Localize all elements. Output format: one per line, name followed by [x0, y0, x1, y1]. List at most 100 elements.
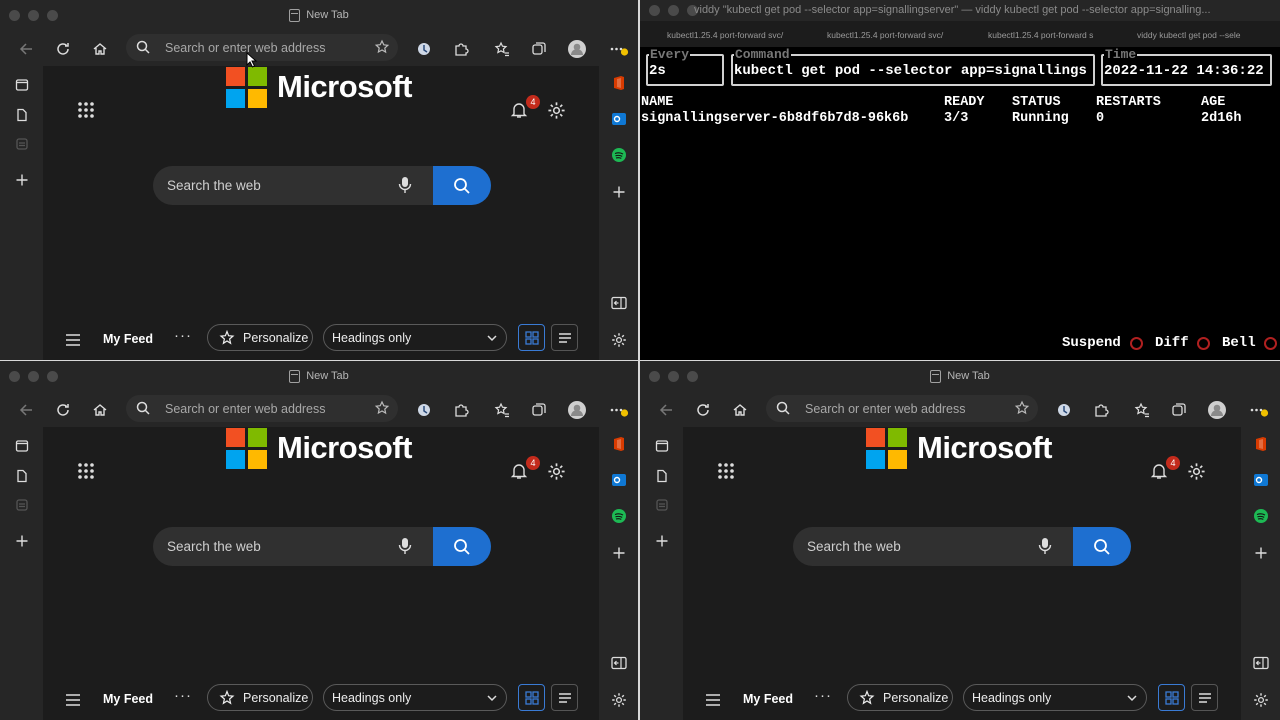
back-icon[interactable] — [656, 400, 676, 420]
window-controls[interactable] — [9, 10, 58, 21]
collections-icon[interactable] — [529, 400, 549, 420]
menu-hamburger-icon[interactable] — [65, 333, 81, 352]
window-controls[interactable] — [9, 371, 58, 382]
favorites-icon[interactable] — [1132, 400, 1152, 420]
my-feed-tab[interactable]: My Feed — [103, 692, 153, 706]
search-submit-button[interactable] — [1073, 527, 1131, 566]
back-icon[interactable] — [16, 39, 36, 59]
profile-avatar-icon[interactable] — [567, 400, 587, 420]
sidebar-settings-gear-icon[interactable] — [609, 330, 629, 350]
personalize-button[interactable]: Personalize — [207, 684, 313, 711]
new-tab-plus-icon[interactable] — [12, 170, 32, 190]
hide-sidebar-icon[interactable] — [1251, 653, 1271, 673]
office-icon[interactable] — [609, 73, 629, 93]
window-titlebar[interactable]: New Tab — [640, 361, 1280, 391]
web-search-box[interactable]: Search the web — [153, 527, 491, 566]
settings-more-icon[interactable] — [609, 39, 629, 59]
web-search-box[interactable]: Search the web — [793, 527, 1131, 566]
profile-avatar-icon[interactable] — [1207, 400, 1227, 420]
hide-sidebar-icon[interactable] — [609, 293, 629, 313]
profile-avatar-icon[interactable] — [567, 39, 587, 59]
close-button[interactable] — [9, 371, 20, 382]
outlook-icon[interactable] — [609, 109, 629, 129]
minimize-button[interactable] — [668, 371, 679, 382]
sidebar-settings-gear-icon[interactable] — [1251, 690, 1271, 710]
more-options-button[interactable]: ··· — [174, 687, 192, 704]
maximize-button[interactable] — [687, 371, 698, 382]
headings-dropdown[interactable]: Headings only — [323, 324, 507, 351]
outlook-icon[interactable] — [609, 470, 629, 490]
tab-actions-icon[interactable] — [652, 436, 672, 456]
spotify-icon[interactable] — [1251, 506, 1271, 526]
app-launcher-icon[interactable] — [77, 462, 95, 480]
add-favorite-icon[interactable] — [374, 400, 390, 421]
vertical-tab-grey-icon[interactable] — [12, 495, 32, 515]
grid-view-button[interactable] — [518, 684, 545, 711]
sidebar-settings-gear-icon[interactable] — [609, 690, 629, 710]
address-bar[interactable]: Search or enter web address — [126, 395, 398, 422]
address-bar[interactable]: Search or enter web address — [126, 34, 398, 61]
close-button[interactable] — [9, 10, 20, 21]
home-icon[interactable] — [90, 400, 110, 420]
outlook-icon[interactable] — [1251, 470, 1271, 490]
settings-more-icon[interactable] — [609, 400, 629, 420]
add-sidebar-app-plus-icon[interactable] — [1251, 543, 1271, 563]
new-tab-plus-icon[interactable] — [12, 531, 32, 551]
grid-view-button[interactable] — [1158, 684, 1185, 711]
close-button[interactable] — [649, 5, 660, 16]
favorites-icon[interactable] — [492, 400, 512, 420]
list-view-button[interactable] — [1191, 684, 1218, 711]
terminal-tab[interactable]: kubectl1.25.4 port-forward svc/ — [827, 30, 955, 40]
minimize-button[interactable] — [28, 371, 39, 382]
vertical-tab-page-icon[interactable] — [12, 105, 32, 125]
spotify-icon[interactable] — [609, 145, 629, 165]
hide-sidebar-icon[interactable] — [609, 653, 629, 673]
add-favorite-icon[interactable] — [374, 39, 390, 60]
add-favorite-icon[interactable] — [1014, 400, 1030, 421]
extensions-icon[interactable] — [451, 39, 471, 59]
add-sidebar-app-plus-icon[interactable] — [609, 543, 629, 563]
app-launcher-icon[interactable] — [77, 101, 95, 119]
minimize-button[interactable] — [28, 10, 39, 21]
favorites-icon[interactable] — [492, 39, 512, 59]
collections-icon[interactable] — [1169, 400, 1189, 420]
window-controls[interactable] — [649, 371, 698, 382]
maximize-button[interactable] — [47, 10, 58, 21]
my-feed-tab[interactable]: My Feed — [743, 692, 793, 706]
add-sidebar-app-plus-icon[interactable] — [609, 182, 629, 202]
address-bar[interactable]: Search or enter web address — [766, 395, 1038, 422]
refresh-icon[interactable] — [693, 400, 713, 420]
vertical-tab-grey-icon[interactable] — [12, 134, 32, 154]
search-submit-button[interactable] — [433, 527, 491, 566]
more-options-button[interactable]: ··· — [174, 327, 192, 344]
list-view-button[interactable] — [551, 684, 578, 711]
page-settings-gear-icon[interactable] — [1187, 462, 1206, 481]
maximize-button[interactable] — [47, 371, 58, 382]
refresh-icon[interactable] — [53, 400, 73, 420]
window-titlebar[interactable]: New Tab — [0, 0, 638, 30]
my-feed-tab[interactable]: My Feed — [103, 332, 153, 346]
office-icon[interactable] — [1251, 434, 1271, 454]
extensions-icon[interactable] — [1091, 400, 1111, 420]
app-launcher-icon[interactable] — [717, 462, 735, 480]
new-tab-plus-icon[interactable] — [652, 531, 672, 551]
minimize-button[interactable] — [668, 5, 679, 16]
personalize-button[interactable]: Personalize — [207, 324, 313, 351]
home-icon[interactable] — [90, 39, 110, 59]
collections-icon[interactable] — [529, 39, 549, 59]
microphone-icon[interactable] — [398, 537, 412, 560]
menu-hamburger-icon[interactable] — [65, 693, 81, 712]
back-icon[interactable] — [16, 400, 36, 420]
grid-view-button[interactable] — [518, 324, 545, 351]
terminal-tab[interactable]: kubectl1.25.4 port-forward s — [988, 30, 1106, 40]
window-titlebar[interactable]: New Tab — [0, 361, 638, 391]
spotify-icon[interactable] — [609, 506, 629, 526]
close-button[interactable] — [649, 371, 660, 382]
list-view-button[interactable] — [551, 324, 578, 351]
settings-more-icon[interactable] — [1249, 400, 1269, 420]
terminal-titlebar[interactable]: viddy "kubectl get pod --selector app=si… — [640, 0, 1280, 21]
microphone-icon[interactable] — [398, 176, 412, 199]
tab-actions-icon[interactable] — [12, 436, 32, 456]
vertical-tab-page-icon[interactable] — [12, 466, 32, 486]
window-controls[interactable] — [649, 5, 698, 16]
